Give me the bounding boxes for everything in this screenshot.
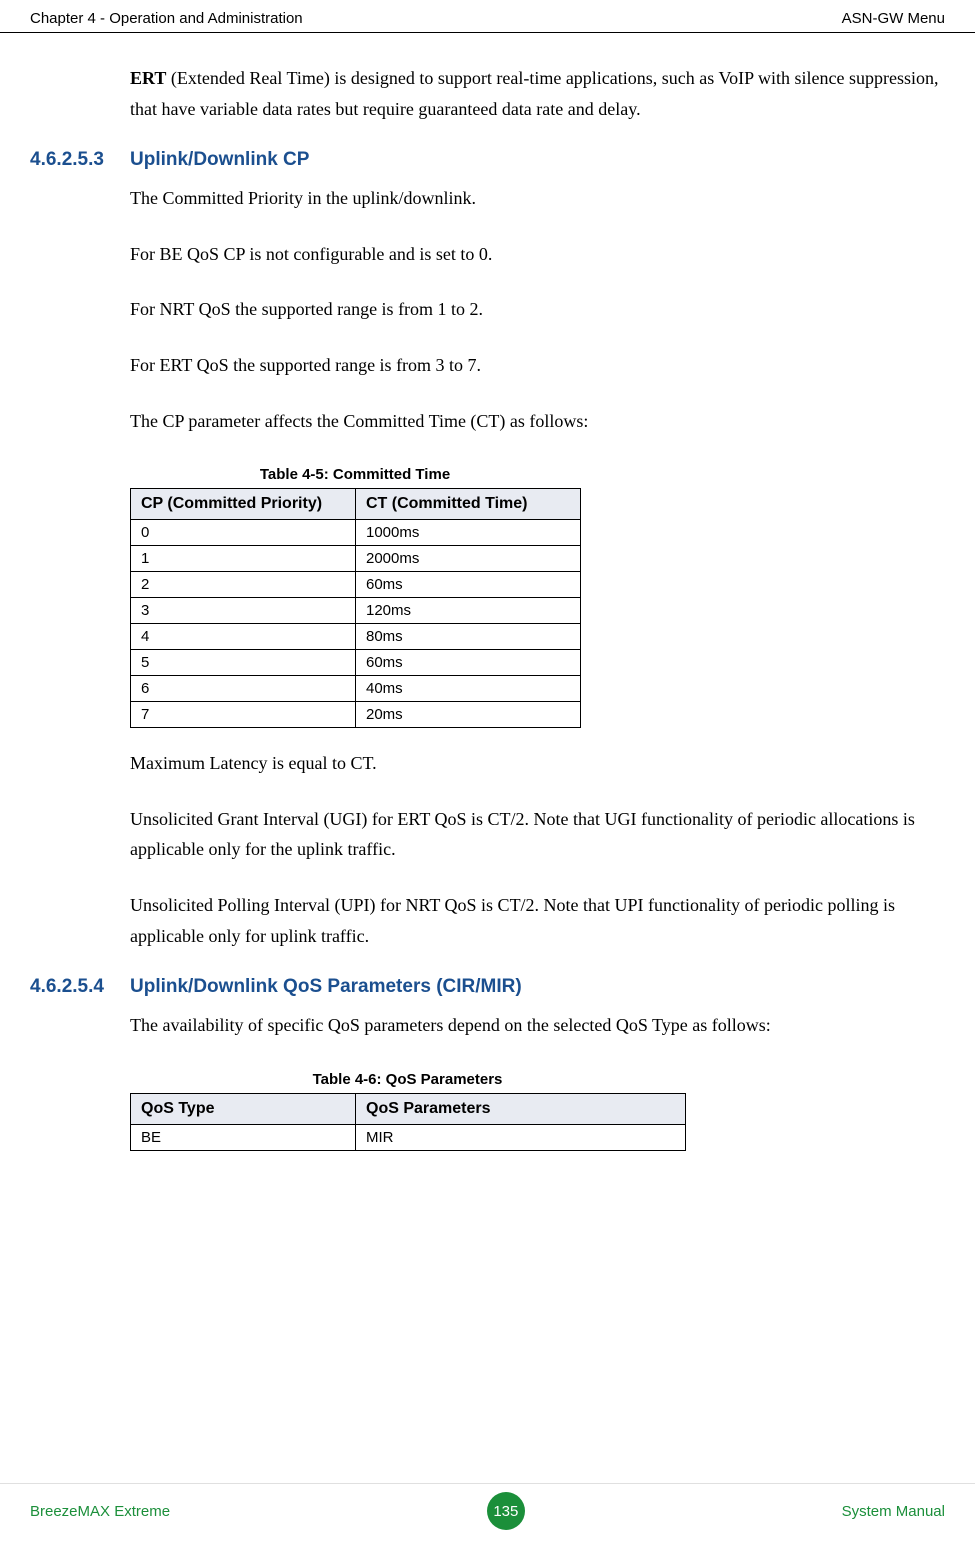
table-row: 720ms (131, 702, 581, 728)
table-cell: 4 (131, 624, 356, 650)
table46-h2: QoS Parameters (356, 1093, 686, 1124)
table-cell: 40ms (356, 676, 581, 702)
table-cell: 1000ms (356, 520, 581, 546)
section1-p2: For BE QoS CP is not configurable and is… (130, 239, 945, 270)
section1-p5: The CP parameter affects the Committed T… (130, 406, 945, 437)
table-cell: 6 (131, 676, 356, 702)
page-number: 135 (487, 1492, 525, 1530)
footer-right: System Manual (842, 1503, 945, 1520)
header-right: ASN-GW Menu (842, 10, 945, 27)
aftertable-p3: Unsolicited Polling Interval (UPI) for N… (130, 890, 945, 951)
footer-left: BreezeMAX Extreme (30, 1503, 170, 1520)
table-cell: 3 (131, 598, 356, 624)
table46-h1: QoS Type (131, 1093, 356, 1124)
header-left: Chapter 4 - Operation and Administration (30, 10, 303, 27)
table-cell: 60ms (356, 572, 581, 598)
table-header-row: CP (Committed Priority) CT (Committed Ti… (131, 489, 581, 520)
section1-p3: For NRT QoS the supported range is from … (130, 294, 945, 325)
intro-text: (Extended Real Time) is designed to supp… (130, 68, 938, 119)
table-row: 12000ms (131, 546, 581, 572)
table-cell: 5 (131, 650, 356, 676)
page-header: Chapter 4 - Operation and Administration… (0, 0, 975, 33)
aftertable-p2: Unsolicited Grant Interval (UGI) for ERT… (130, 804, 945, 865)
committed-time-table: CP (Committed Priority) CT (Committed Ti… (130, 488, 581, 728)
intro-paragraph: ERT (Extended Real Time) is designed to … (130, 63, 945, 124)
table-cell: 60ms (356, 650, 581, 676)
section-num-1: 4.6.2.5.3 (30, 149, 130, 171)
table-cell: MIR (356, 1124, 686, 1150)
section-num-2: 4.6.2.5.4 (30, 976, 130, 998)
table45-h1: CP (Committed Priority) (131, 489, 356, 520)
section1-p4: For ERT QoS the supported range is from … (130, 350, 945, 381)
table-cell: 80ms (356, 624, 581, 650)
page-content: ERT (Extended Real Time) is designed to … (0, 33, 975, 1151)
table-cell: 2 (131, 572, 356, 598)
qos-parameters-table: QoS Type QoS Parameters BEMIR (130, 1093, 686, 1151)
table-cell: 0 (131, 520, 356, 546)
section-title-1: Uplink/Downlink CP (130, 149, 309, 171)
table-header-row: QoS Type QoS Parameters (131, 1093, 686, 1124)
section-heading-2: 4.6.2.5.4 Uplink/Downlink QoS Parameters… (30, 976, 945, 998)
table-row: 260ms (131, 572, 581, 598)
section-title-2: Uplink/Downlink QoS Parameters (CIR/MIR) (130, 976, 522, 998)
page-footer: BreezeMAX Extreme 135 System Manual (0, 1483, 975, 1530)
table-cell: 1 (131, 546, 356, 572)
ert-bold: ERT (130, 68, 166, 88)
table-row: 480ms (131, 624, 581, 650)
section2-p1: The availability of specific QoS paramet… (130, 1010, 945, 1041)
table45-h2: CT (Committed Time) (356, 489, 581, 520)
table-cell: 120ms (356, 598, 581, 624)
table-row: BEMIR (131, 1124, 686, 1150)
aftertable-p1: Maximum Latency is equal to CT. (130, 748, 945, 779)
table-row: 3120ms (131, 598, 581, 624)
table-row: 01000ms (131, 520, 581, 546)
table45-caption: Table 4-5: Committed Time (130, 466, 580, 483)
table-cell: 2000ms (356, 546, 581, 572)
table-cell: 20ms (356, 702, 581, 728)
table-row: 560ms (131, 650, 581, 676)
table-cell: BE (131, 1124, 356, 1150)
table-cell: 7 (131, 702, 356, 728)
section1-p1: The Committed Priority in the uplink/dow… (130, 183, 945, 214)
table46-caption: Table 4-6: QoS Parameters (130, 1071, 685, 1088)
table-row: 640ms (131, 676, 581, 702)
section-heading-1: 4.6.2.5.3 Uplink/Downlink CP (30, 149, 945, 171)
